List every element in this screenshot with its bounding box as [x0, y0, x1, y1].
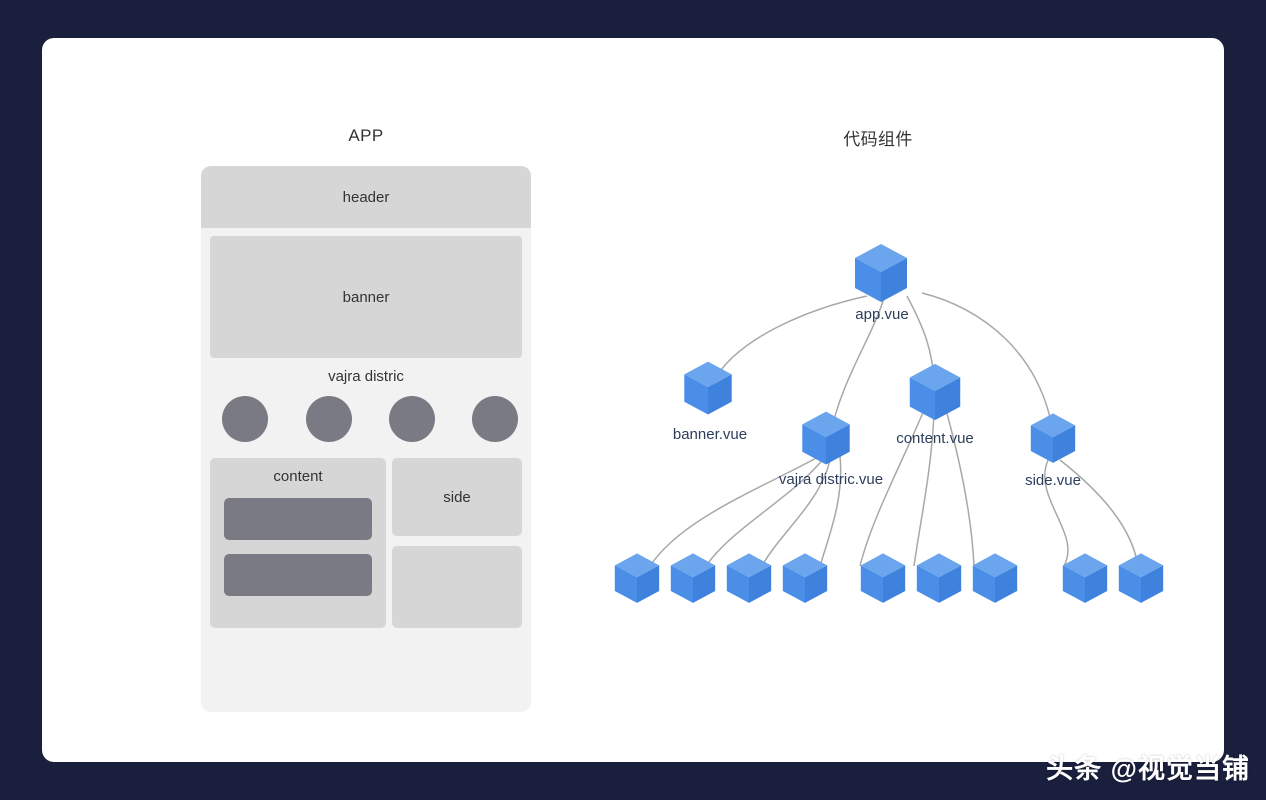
- mockup-circle-icon: [472, 396, 518, 442]
- app-layout-mockup: header banner vajra distric content side: [201, 166, 531, 712]
- mockup-content-label: content: [273, 468, 323, 485]
- mockup-content-bar: [224, 498, 372, 540]
- screenshot-root: APP 代码组件 header banner vajra distric con…: [0, 0, 1266, 800]
- cube-banner-vue: [684, 361, 732, 415]
- cube-app-vue: [855, 244, 907, 302]
- mockup-vajra-district-label: vajra distric: [328, 368, 404, 385]
- mockup-content-block: content: [210, 458, 386, 628]
- node-label-app-vue: app.vue: [855, 306, 909, 323]
- app-panel-title: APP: [348, 126, 384, 145]
- mockup-banner-block: banner: [210, 236, 522, 358]
- cube-leaf: [726, 553, 772, 603]
- node-label-banner-vue: banner.vue: [672, 426, 748, 443]
- cube-leaf: [1062, 553, 1108, 603]
- node-label-content-vue: content.vue: [896, 430, 974, 447]
- mockup-content-bar: [224, 554, 372, 596]
- mockup-side-secondary-block: [392, 546, 522, 628]
- mockup-circle-icon: [306, 396, 352, 442]
- mockup-header-block: header: [201, 166, 531, 228]
- cube-leaf: [670, 553, 716, 603]
- cube-leaf: [916, 553, 962, 603]
- cube-content-vue: [909, 363, 961, 421]
- watermark: 头条 @视觉当铺: [1046, 754, 1250, 784]
- mockup-circle-icon: [389, 396, 435, 442]
- content-card: APP 代码组件 header banner vajra distric con…: [42, 38, 1224, 762]
- cube-side-vue: [1030, 413, 1076, 463]
- cube-leaf: [614, 553, 660, 603]
- cube-leaf: [972, 553, 1018, 603]
- mockup-vajra-district-section: vajra distric: [201, 362, 531, 450]
- mockup-side-block: side: [392, 458, 522, 536]
- cube-leaf: [1118, 553, 1164, 603]
- node-label-side-vue: side.vue: [1025, 472, 1081, 489]
- node-label-vajra-distric-vue: vajra distric.vue: [778, 471, 884, 488]
- component-tree: app.vue banner.vue vajra distric.vue con…: [562, 188, 1242, 658]
- code-component-panel-title: 代码组件: [843, 130, 913, 149]
- cube-vajra-distric-vue: [802, 411, 850, 465]
- mockup-circle-icon: [222, 396, 268, 442]
- cube-leaf: [782, 553, 828, 603]
- cube-leaf: [860, 553, 906, 603]
